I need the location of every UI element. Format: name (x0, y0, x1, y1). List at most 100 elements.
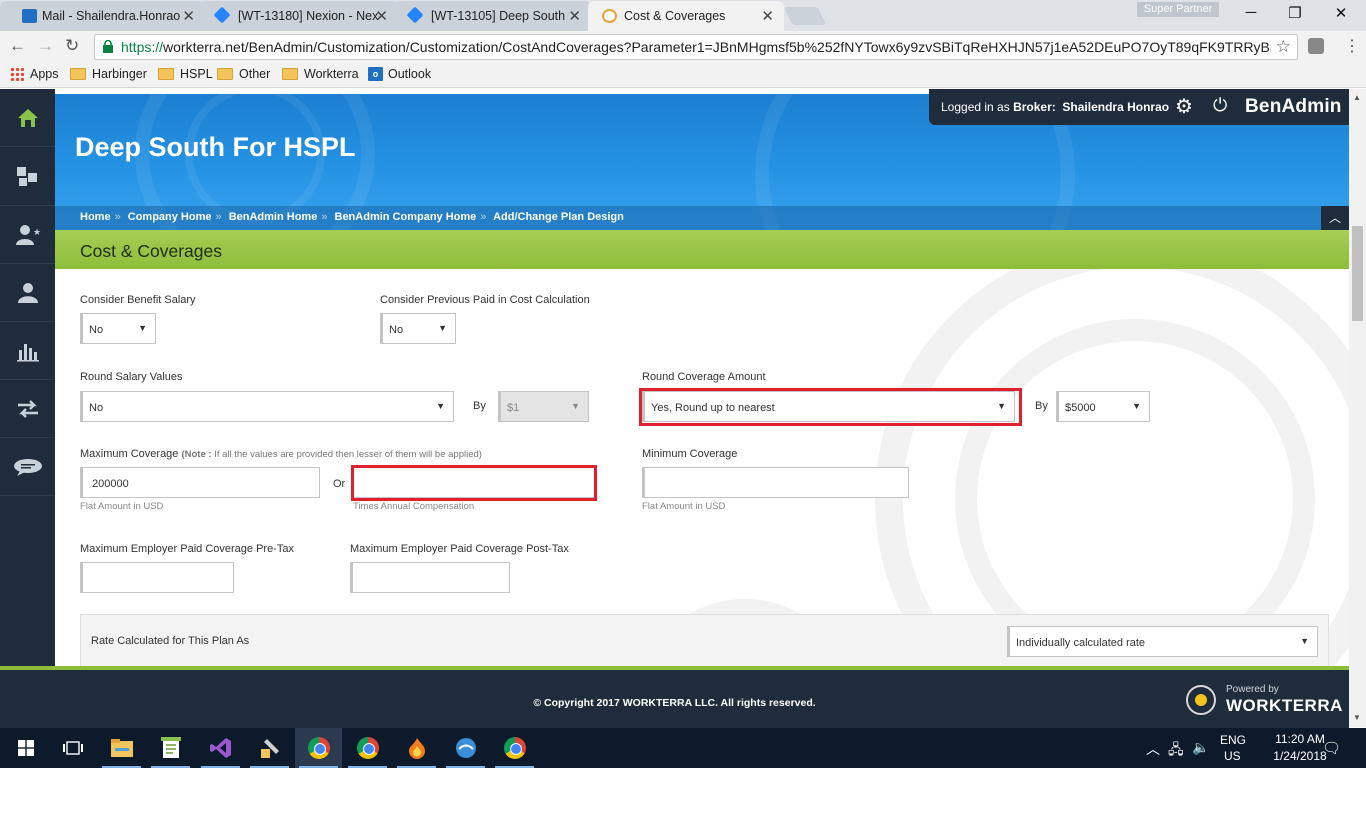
tab-label: [WT-13105] Deep South (431, 9, 566, 23)
chevron-up-icon[interactable]: ︿ (1146, 739, 1160, 759)
browser-tab-cost-coverages[interactable]: Cost & Coverages ✕ (588, 1, 784, 31)
speaker-icon[interactable]: 🔈 (1192, 739, 1209, 756)
scroll-up-arrow-icon[interactable]: ▲ (1353, 93, 1361, 102)
clock-time[interactable]: 11:20 AM (1270, 732, 1330, 746)
maximum-coverage-input[interactable]: 200000 (80, 467, 320, 498)
power-icon[interactable]: ⏻ (1213, 95, 1227, 116)
browser-tab-mail[interactable]: Mail - Shailendra.Honrao ✕ (0, 1, 205, 31)
breadcrumb-separator: » (114, 211, 121, 223)
consider-benefit-salary-label: Consider Benefit Salary (80, 294, 196, 306)
tab-label: [WT-13180] Nexion - Nex (238, 9, 379, 23)
tab-label: Cost & Coverages (624, 9, 726, 23)
new-tab-button[interactable] (783, 7, 827, 25)
close-icon[interactable]: ✕ (182, 7, 195, 25)
svg-text:★: ★ (33, 227, 41, 237)
copyright-text: © Copyright 2017 WORKTERRA LLC. All righ… (533, 697, 816, 709)
task-view-icon[interactable] (49, 728, 96, 768)
bookmark-harbinger[interactable]: Harbinger (70, 67, 147, 81)
page-scrollbar[interactable]: ▲ ▼ (1349, 89, 1366, 727)
breadcrumb-company-home[interactable]: Company Home (128, 211, 212, 223)
rate-calculated-select[interactable]: Individually calculated rate ▼ (1007, 626, 1318, 657)
bookmark-workterra[interactable]: Workterra (282, 67, 359, 81)
gear-icon[interactable]: ⚙ (1175, 94, 1193, 119)
close-icon[interactable]: ✕ (568, 7, 581, 25)
round-salary-values-select[interactable]: No ▼ (80, 391, 454, 422)
scroll-down-arrow-icon[interactable]: ▼ (1353, 713, 1361, 722)
round-coverage-by-select[interactable]: $5000 ▼ (1056, 391, 1150, 422)
folder-icon (217, 68, 233, 80)
input-region[interactable]: US (1224, 749, 1241, 763)
consider-previous-paid-label: Consider Previous Paid in Cost Calculati… (380, 294, 590, 306)
address-bar[interactable]: https://workterra.net/BenAdmin/Customiza… (94, 34, 1298, 60)
flame-app-icon[interactable] (393, 728, 440, 768)
remote-desktop-icon[interactable] (442, 728, 489, 768)
consider-benefit-salary-select[interactable]: No ▼ (80, 313, 156, 344)
puzzle-icon[interactable] (0, 148, 55, 206)
max-employer-posttax-input[interactable] (350, 562, 510, 593)
extension-icon[interactable] (1308, 38, 1324, 54)
browser-tab-strip: Mail - Shailendra.Honrao ✕ [WT-13180] Ne… (0, 0, 1366, 31)
jira-icon (213, 6, 231, 24)
forward-arrow-icon[interactable]: → (37, 36, 54, 56)
user-icon[interactable] (0, 264, 55, 322)
window-close-icon[interactable]: ✕ (1318, 4, 1364, 22)
maximum-coverage-hint: Flat Amount in USD (80, 501, 164, 512)
network-icon[interactable]: 🖧 (1168, 739, 1184, 763)
max-employer-pretax-input[interactable] (80, 562, 234, 593)
highlight-box (639, 388, 1022, 426)
browser-menu-icon[interactable]: ⋮ (1344, 36, 1360, 56)
breadcrumb-separator: » (321, 211, 328, 223)
reload-icon[interactable]: ↻ (65, 36, 79, 56)
consider-previous-paid-select[interactable]: No ▼ (380, 313, 456, 344)
windows-start-icon[interactable] (2, 728, 49, 768)
dropdown-arrow-icon: ▼ (1132, 401, 1141, 411)
clock-date[interactable]: 1/24/2018 (1270, 749, 1330, 763)
back-arrow-icon[interactable]: ← (9, 36, 26, 56)
file-explorer-icon[interactable] (98, 728, 145, 768)
bookmark-hspl[interactable]: HSPL (158, 67, 213, 81)
powered-by-label: Powered by (1226, 684, 1279, 695)
app-sidebar: ★ (0, 89, 55, 669)
close-icon[interactable]: ✕ (375, 7, 388, 25)
bookmark-apps[interactable]: Apps (10, 67, 59, 81)
bar-chart-icon[interactable] (0, 322, 55, 380)
profile-badge[interactable]: Super Partner (1137, 2, 1219, 17)
tools-icon[interactable] (246, 728, 293, 768)
round-salary-by-label: By (473, 400, 486, 412)
scrollbar-thumb[interactable] (1352, 226, 1363, 321)
chrome-taskbar-icon[interactable] (295, 728, 342, 768)
round-salary-by-select[interactable]: $1 ▼ (498, 391, 589, 422)
chat-bubble-icon[interactable] (0, 438, 55, 496)
round-coverage-amount-label: Round Coverage Amount (642, 371, 766, 383)
chrome-profile-icon[interactable] (344, 728, 391, 768)
rate-calculation-panel: Rate Calculated for This Plan As Individ… (80, 614, 1329, 667)
transfer-arrows-icon[interactable] (0, 380, 55, 438)
breadcrumb-home[interactable]: Home (80, 211, 111, 223)
chrome-second-window-icon[interactable] (491, 728, 538, 768)
collapse-header-button[interactable]: ︿ (1321, 206, 1349, 230)
logged-in-as: Logged in as Broker: Shailendra Honrao (941, 100, 1170, 114)
close-icon[interactable]: ✕ (761, 7, 774, 25)
minimum-coverage-input[interactable] (642, 467, 909, 498)
folder-icon (158, 68, 174, 80)
form-content: Consider Benefit Salary No ▼ Consider Pr… (55, 269, 1349, 667)
minimize-icon[interactable]: ─ (1228, 4, 1274, 21)
browser-tab-wt-13105[interactable]: [WT-13105] Deep South ✕ (393, 1, 591, 31)
login-bar: Logged in as Broker: Shailendra Honrao ⚙… (929, 89, 1349, 125)
input-language[interactable]: ENG (1220, 733, 1246, 747)
visual-studio-icon[interactable] (197, 728, 244, 768)
lock-icon (103, 40, 113, 53)
bookmark-other[interactable]: Other (217, 67, 270, 81)
home-icon[interactable] (0, 89, 55, 147)
maximize-icon[interactable]: ❐ (1272, 4, 1318, 22)
browser-tab-wt-13180[interactable]: [WT-13180] Nexion - Nex ✕ (200, 1, 398, 31)
user-star-icon[interactable]: ★ (0, 206, 55, 264)
breadcrumb-benadmin-home[interactable]: BenAdmin Home (229, 211, 318, 223)
bookmark-star-icon[interactable]: ☆ (1276, 37, 1291, 57)
highlight-box (351, 465, 597, 501)
breadcrumb-benadmin-company-home[interactable]: BenAdmin Company Home (335, 211, 477, 223)
bookmark-outlook[interactable]: o Outlook (368, 67, 431, 81)
notepad-plus-icon[interactable] (147, 728, 194, 768)
notification-center-icon[interactable]: 🗨 (1322, 739, 1341, 757)
breadcrumb-plan-design[interactable]: Add/Change Plan Design (493, 211, 624, 223)
